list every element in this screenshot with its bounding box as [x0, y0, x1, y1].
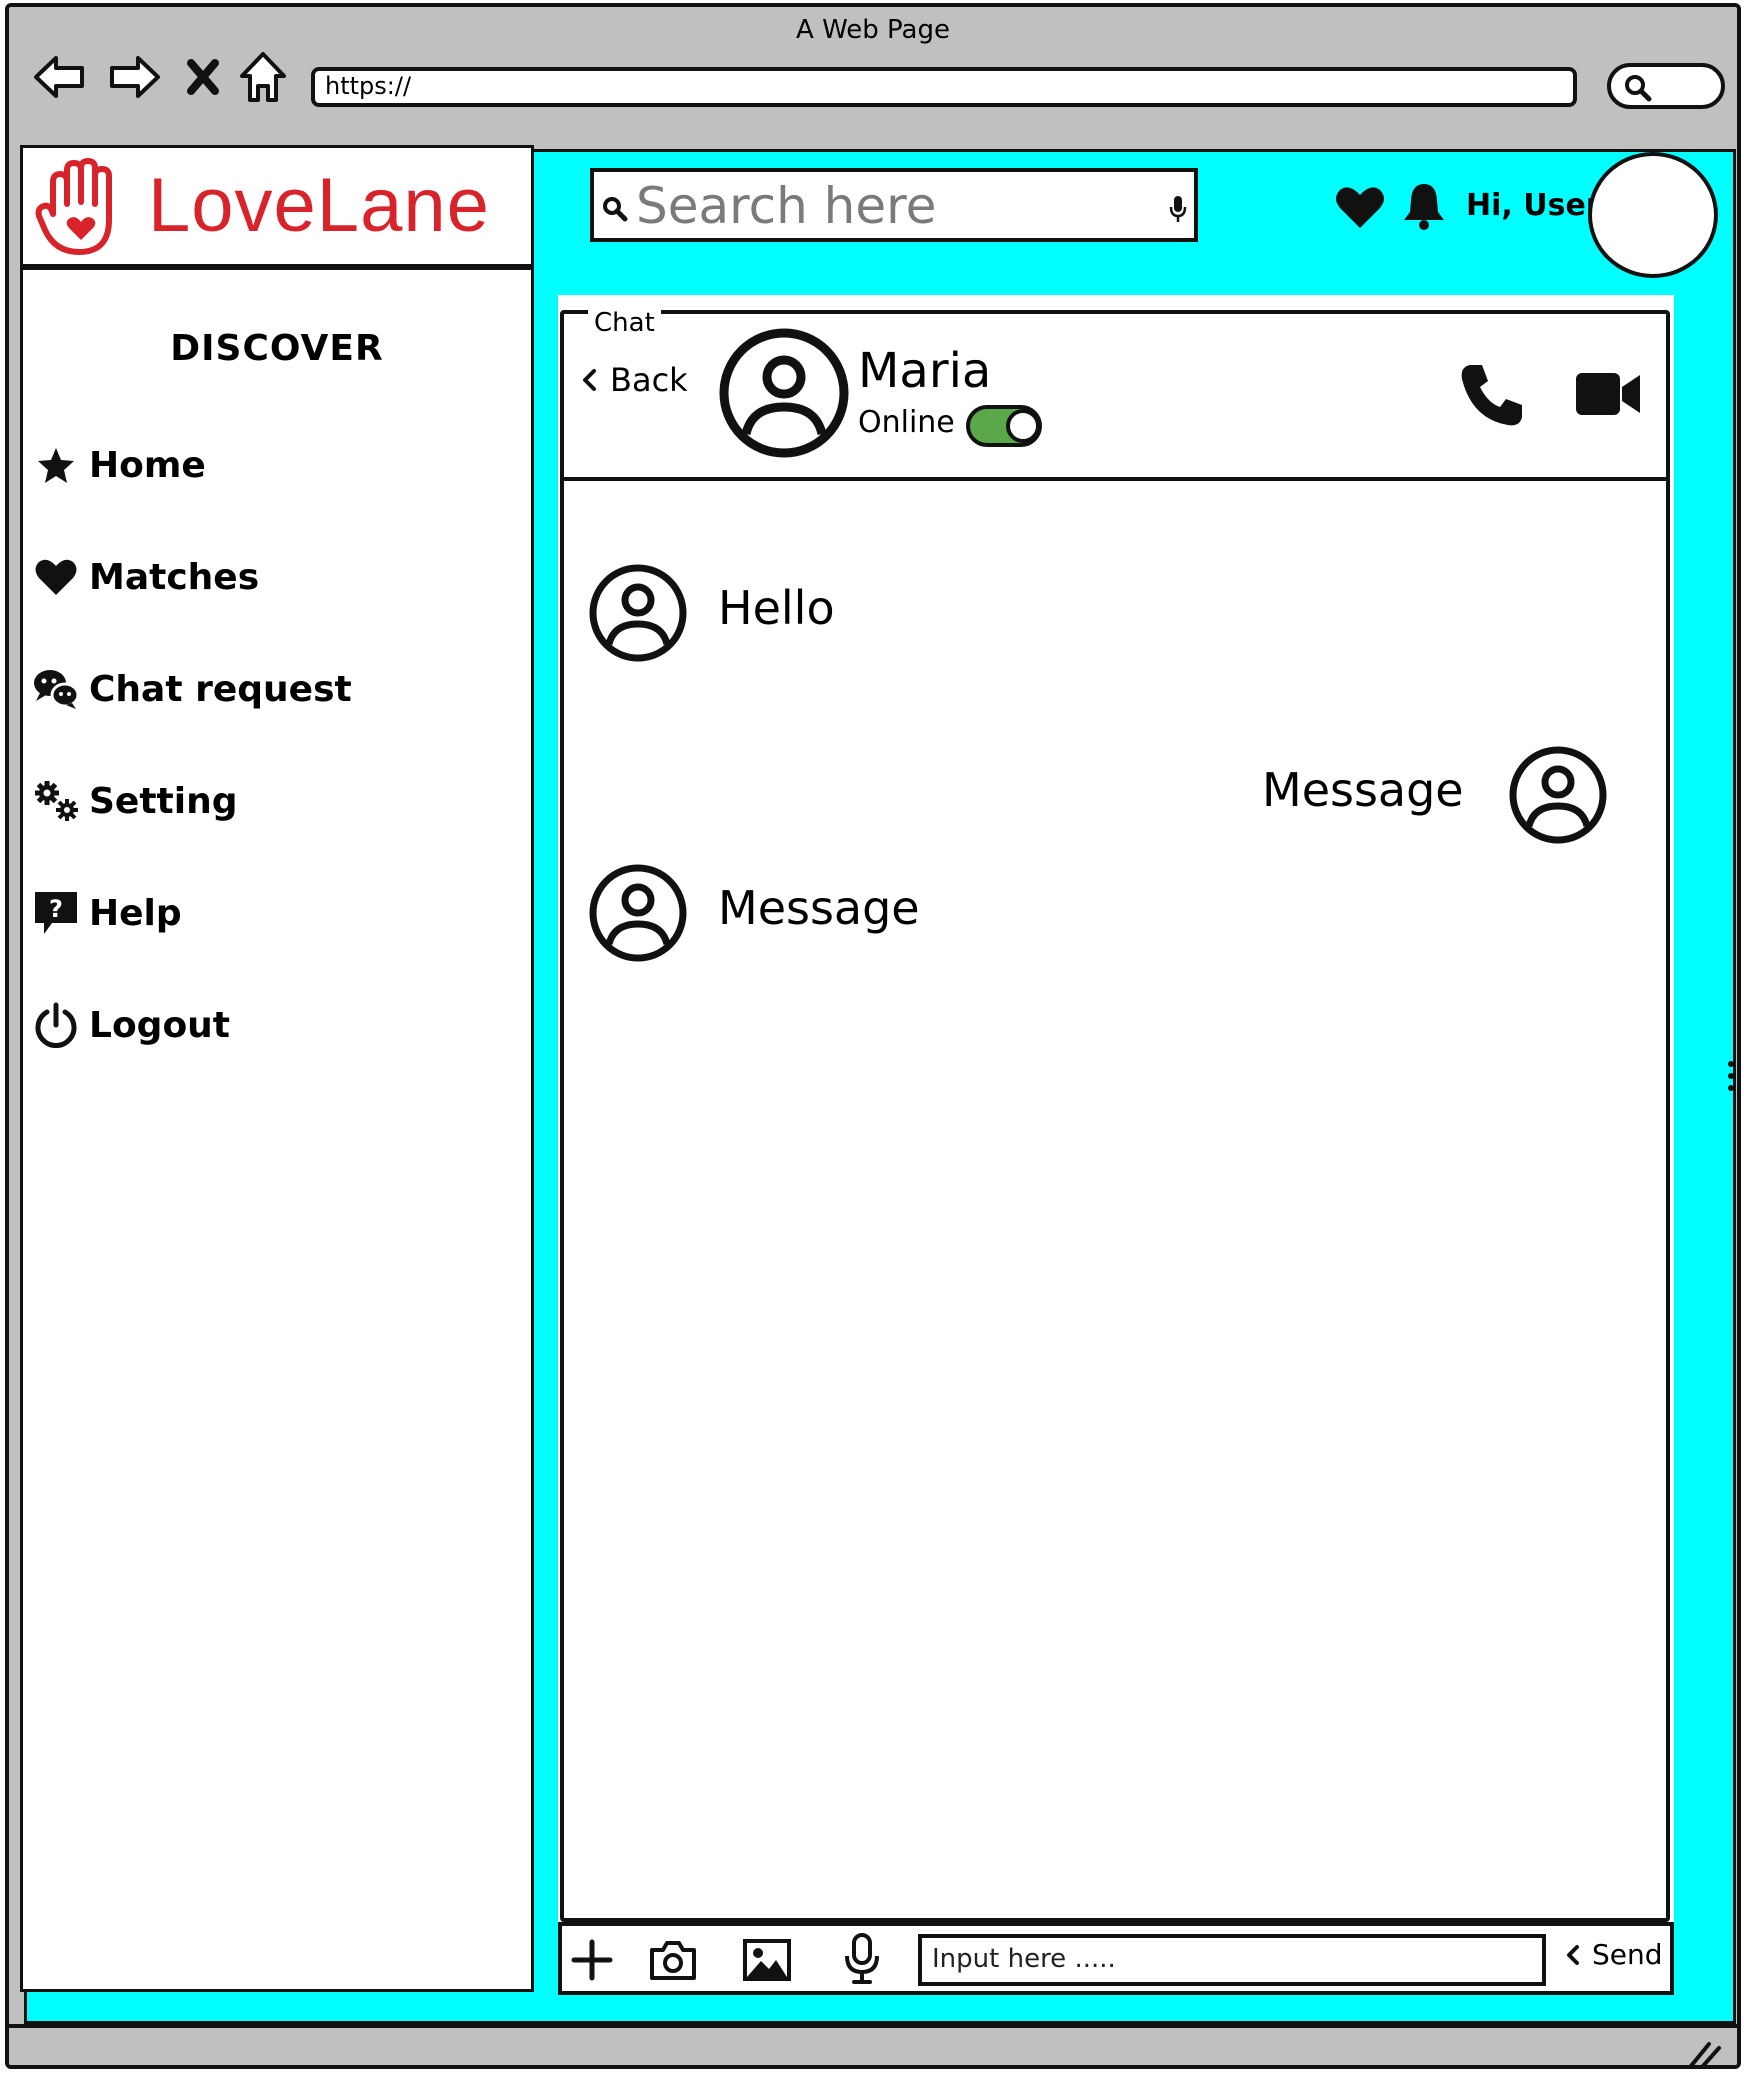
voice-search-mic-icon[interactable] [1168, 194, 1188, 224]
sidebar-item-setting[interactable]: Setting [31, 766, 238, 836]
stop-nav-icon[interactable] [181, 47, 225, 107]
back-label: Back [610, 361, 688, 399]
phone-call-icon[interactable] [1458, 361, 1526, 429]
message-text: Hello [718, 581, 835, 635]
sidebar-item-chat-request[interactable]: Chat request [31, 654, 352, 724]
sidebar-item-label: Setting [89, 780, 238, 822]
sidebar-item-label: Logout [89, 1004, 231, 1046]
chat-header-divider [560, 477, 1670, 481]
online-toggle[interactable] [966, 405, 1042, 447]
power-icon [31, 1000, 81, 1050]
contact-avatar-icon[interactable] [718, 327, 850, 459]
sidebar-item-logout[interactable]: Logout [31, 990, 230, 1060]
image-icon[interactable] [742, 1938, 792, 1982]
message-input[interactable]: Input here ..... [918, 1934, 1546, 1986]
sidebar-item-home[interactable]: Home [31, 430, 206, 500]
sidebar-item-label: Matches [89, 556, 260, 598]
chat-panel: Chat Back Maria Online Hello Message Mes… [558, 295, 1674, 1995]
sidebar-item-matches[interactable]: Matches [31, 542, 259, 612]
sender-avatar-icon [589, 564, 687, 662]
favorites-heart-icon[interactable] [1334, 184, 1386, 230]
contact-name: Maria [858, 343, 992, 399]
resize-grip-icon[interactable] [1687, 2038, 1723, 2068]
search-icon [603, 197, 628, 222]
magnifier-icon [1625, 75, 1652, 102]
chevron-left-icon [583, 369, 596, 391]
video-call-icon[interactable] [1574, 369, 1642, 419]
logo-area[interactable]: LoveLane [20, 145, 534, 267]
own-avatar-icon [1509, 746, 1607, 844]
back-nav-icon[interactable] [29, 47, 89, 107]
search-placeholder: Search here [636, 177, 937, 235]
hand-heart-logo-icon [35, 158, 112, 255]
forward-nav-icon[interactable] [105, 47, 165, 107]
chevron-left-icon [1567, 1944, 1579, 1965]
gears-icon [31, 776, 81, 826]
window-title: A Web Page [796, 15, 950, 45]
home-nav-icon[interactable] [233, 47, 293, 107]
toggle-knob [1006, 409, 1040, 443]
sidebar-item-label: Chat request [89, 668, 352, 710]
sidebar-heading: DISCOVER [170, 328, 384, 369]
chat-frame: Chat [560, 308, 1670, 1922]
svg-text:?: ? [49, 895, 63, 923]
star-icon [31, 440, 81, 490]
browser-status-bar [9, 2024, 1737, 2068]
back-button[interactable]: Back [578, 361, 688, 399]
camera-icon[interactable] [648, 1938, 698, 1982]
url-bar[interactable]: https:// [311, 67, 1577, 107]
message-composer: Input here ..... Send [558, 1922, 1674, 1995]
sidebar-item-label: Help [89, 892, 182, 934]
chat-panel-title: Chat [588, 308, 661, 338]
search-input[interactable]: Search here [590, 168, 1198, 242]
brand-name: LoveLane [148, 163, 490, 248]
contact-status: Online [858, 405, 955, 440]
microphone-icon[interactable] [842, 1932, 882, 1986]
sidebar-item-label: Home [89, 444, 206, 486]
sidebar: DISCOVER Home Matches Chat request Setti… [20, 267, 534, 1992]
help-icon: ? [31, 888, 81, 938]
plus-icon[interactable] [570, 1938, 614, 1982]
message-text: Message [718, 881, 920, 935]
sidebar-item-help[interactable]: ? Help [31, 878, 182, 948]
chat-bubbles-icon [31, 664, 81, 714]
message-text: Message [1262, 763, 1464, 817]
user-avatar[interactable] [1588, 152, 1718, 278]
sender-avatar-icon [589, 864, 687, 962]
scroll-handle-icon[interactable] [1726, 1058, 1736, 1098]
browser-search-field[interactable] [1607, 63, 1725, 109]
send-button[interactable]: Send [1562, 1938, 1663, 1971]
send-label: Send [1592, 1938, 1663, 1971]
notification-bell-icon[interactable] [1402, 180, 1446, 232]
heart-icon [31, 552, 81, 602]
user-greeting: Hi, User [1466, 188, 1601, 223]
